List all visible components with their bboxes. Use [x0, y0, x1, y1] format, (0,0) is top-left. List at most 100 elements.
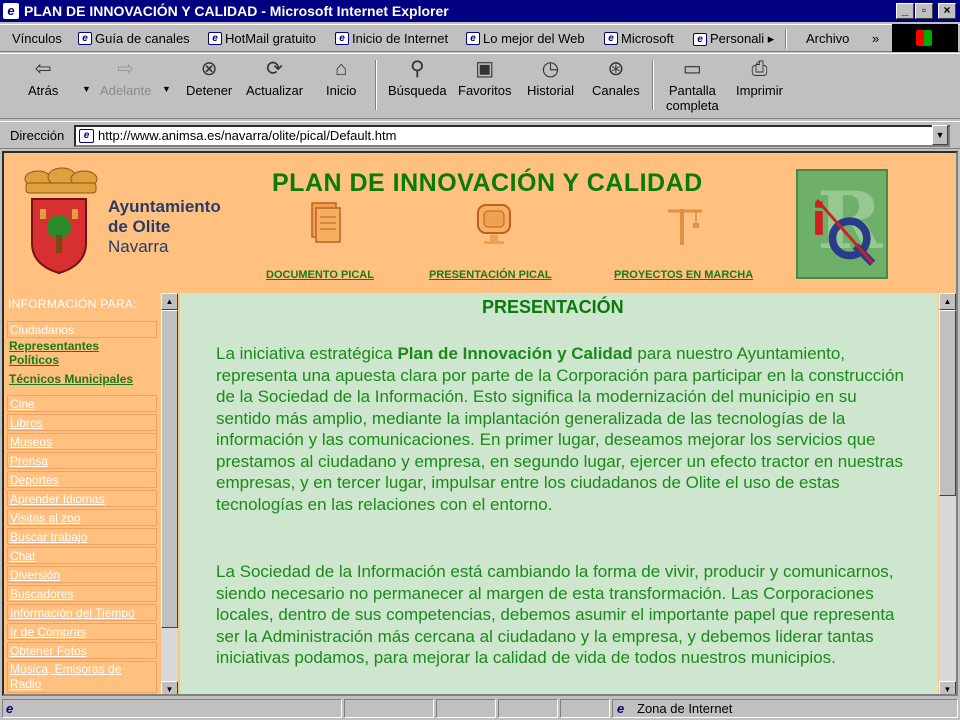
ayuntamiento-name: Ayuntamiento de Olite Navarra — [108, 197, 221, 256]
scroll-thumb[interactable] — [939, 310, 956, 496]
forward-button[interactable]: ⇨ Adelante — [100, 58, 151, 98]
page-icon: e — [78, 32, 92, 45]
link-microsoft[interactable]: e Microsoft — [604, 31, 674, 46]
page-viewport: Ayuntamiento de Olite Navarra PLAN DE IN… — [2, 151, 958, 696]
scroll-down-icon[interactable]: ▼ — [939, 681, 956, 694]
search-icon: ⚲ — [409, 58, 425, 80]
ie-logo-icon: e — [3, 3, 19, 19]
history-button[interactable]: ◷ Historial — [527, 58, 574, 98]
links-label: Vínculos — [12, 31, 62, 46]
window-title: PLAN DE INNOVACIÓN Y CALIDAD - Microsoft… — [24, 3, 449, 19]
print-button[interactable]: ⎙ Imprimir — [736, 58, 783, 98]
page-icon: e — [693, 32, 707, 46]
status-pane — [344, 699, 434, 718]
paragraph-2: La Sociedad de la Información está cambi… — [216, 562, 895, 667]
favorites-button[interactable]: ▣ Favoritos — [458, 58, 511, 98]
home-icon: ⌂ — [335, 58, 348, 80]
menu-archivo[interactable]: Archivo — [806, 31, 849, 46]
windows-flag-icon — [916, 30, 932, 46]
page-icon: e — [79, 129, 94, 143]
refresh-button[interactable]: ⟳ Actualizar — [246, 58, 303, 98]
sidebar-item-prensa[interactable]: Prensa — [7, 452, 157, 469]
sidebar-item-tecnicos[interactable]: Técnicos Municipales — [7, 371, 157, 388]
iq-logo-icon: R i — [796, 169, 888, 279]
separator — [652, 60, 654, 110]
standard-toolbar: ⇦ Atrás ▼ ⇨ Adelante ▼ ⊗ Detener ⟳ Actualiza… — [0, 53, 960, 119]
arrow-left-icon: ⇦ — [34, 58, 52, 80]
windows-logo — [892, 24, 958, 52]
separator — [785, 29, 787, 49]
favorites-folder-icon: ▣ — [475, 58, 495, 80]
sidebar-item-buscadores[interactable]: Buscadores — [7, 585, 157, 602]
channels-button[interactable]: ⊛ Canales — [592, 58, 640, 98]
sidebar-item-musica[interactable]: Música, Emisoras de Radio — [7, 661, 157, 693]
sidebar-scrollbar[interactable]: ▲ ▼ — [161, 293, 178, 694]
sidebar-item-idiomas[interactable]: Aprender Idiomas — [7, 490, 157, 507]
sidebar-item-tiempo[interactable]: Información del Tiempo — [7, 604, 157, 621]
sidebar-item-representantes[interactable]: Representantes Políticos — [7, 339, 157, 369]
status-pane — [436, 699, 496, 718]
page-icon: e — [335, 32, 349, 45]
address-input[interactable]: e http://www.animsa.es/navarra/olite/pica… — [74, 125, 950, 147]
sidebar-heading: INFORMACIÓN PARA: — [8, 297, 137, 311]
sidebar-item-zoo[interactable]: Visitas al zoo — [7, 509, 157, 526]
sidebar-item-diversion[interactable]: Diversión — [7, 566, 157, 583]
search-button[interactable]: ⚲ Búsqueda — [388, 58, 447, 98]
back-button[interactable]: ⇦ Atrás — [28, 58, 58, 98]
status-pane — [560, 699, 610, 718]
content-scrollbar[interactable]: ▲ ▼ — [939, 293, 956, 694]
forward-dropdown-icon[interactable]: ▼ — [162, 84, 171, 94]
maximize-button[interactable]: ▫ — [915, 3, 933, 19]
content-frame: PRESENTACIÓN La iniciativa estratégica P… — [180, 293, 938, 694]
section-title: PRESENTACIÓN — [482, 297, 624, 317]
page-icon: e — [466, 32, 480, 45]
link-personali[interactable]: e Personali ▸ — [693, 31, 774, 47]
link-guia-canales[interactable]: e Guía de canales — [78, 31, 190, 46]
scroll-thumb[interactable] — [161, 310, 178, 628]
status-pane-main: e — [2, 699, 342, 718]
sidebar-item-trabajo[interactable]: Buscar trabajo — [7, 528, 157, 545]
sidebar-item-deportes[interactable]: Deportes — [7, 471, 157, 488]
presentation-monitor-icon[interactable] — [474, 199, 514, 249]
nav-documento-pical[interactable]: DOCUMENTO PICAL — [266, 269, 374, 281]
link-lo-mejor[interactable]: e Lo mejor del Web — [466, 31, 585, 46]
nav-proyectos-marcha[interactable]: PROYECTOS EN MARCHA — [614, 269, 753, 281]
stop-button[interactable]: ⊗ Detener — [186, 58, 232, 98]
links-bar: Vínculos e Guía de canales e HotMail gratu… — [0, 24, 960, 52]
sidebar-item-museos[interactable]: Museos — [7, 433, 157, 450]
printer-icon: ⎙ — [751, 58, 768, 80]
status-zone-pane: e Zona de Internet — [612, 699, 958, 718]
sidebar-item-cine[interactable]: Cine — [7, 395, 157, 412]
close-button[interactable]: × — [938, 3, 956, 19]
sidebar-item-libros[interactable]: Libros — [7, 414, 157, 431]
address-dropdown-icon[interactable]: ▼ — [932, 125, 948, 145]
minimize-button[interactable]: _ — [896, 3, 914, 19]
fullscreen-button[interactable]: ▭ Pantalla completa — [666, 58, 719, 113]
olite-crest-icon — [24, 167, 98, 275]
link-inicio-internet[interactable]: e Inicio de Internet — [335, 31, 448, 46]
separator — [375, 60, 377, 110]
sidebar: INFORMACIÓN PARA: Ciudadanos Representan… — [4, 293, 164, 694]
zone-label: Zona de Internet — [637, 701, 733, 716]
scroll-up-icon[interactable]: ▲ — [939, 293, 956, 310]
sidebar-item-compras[interactable]: Ir de Compras — [7, 623, 157, 640]
home-button[interactable]: ⌂ Inicio — [326, 58, 356, 98]
more-chevron-icon[interactable]: » — [872, 31, 879, 46]
sidebar-item-chat[interactable]: Chat — [7, 547, 157, 564]
status-pane — [498, 699, 558, 718]
link-hotmail[interactable]: e HotMail gratuito — [208, 31, 316, 46]
site-header: Ayuntamiento de Olite Navarra PLAN DE IN… — [4, 153, 956, 293]
sidebar-item-fotos[interactable]: Obtener Fotos — [7, 642, 157, 659]
nav-presentacion-pical[interactable]: PRESENTACIÓN PICAL — [429, 269, 552, 281]
fullscreen-icon: ▭ — [682, 58, 702, 80]
document-icon[interactable] — [304, 199, 344, 249]
scroll-up-icon[interactable]: ▲ — [161, 293, 178, 310]
back-dropdown-icon[interactable]: ▼ — [82, 84, 91, 94]
page-icon: e — [208, 32, 222, 45]
sidebar-item-ciudadanos[interactable]: Ciudadanos — [7, 321, 157, 338]
crane-icon[interactable] — [664, 199, 704, 249]
arrow-right-icon: ⇨ — [117, 58, 135, 80]
internet-globe-icon: e — [617, 701, 625, 716]
paragraph-1: La iniciativa estratégica Plan de Innova… — [216, 344, 904, 514]
scroll-down-icon[interactable]: ▼ — [161, 681, 178, 694]
